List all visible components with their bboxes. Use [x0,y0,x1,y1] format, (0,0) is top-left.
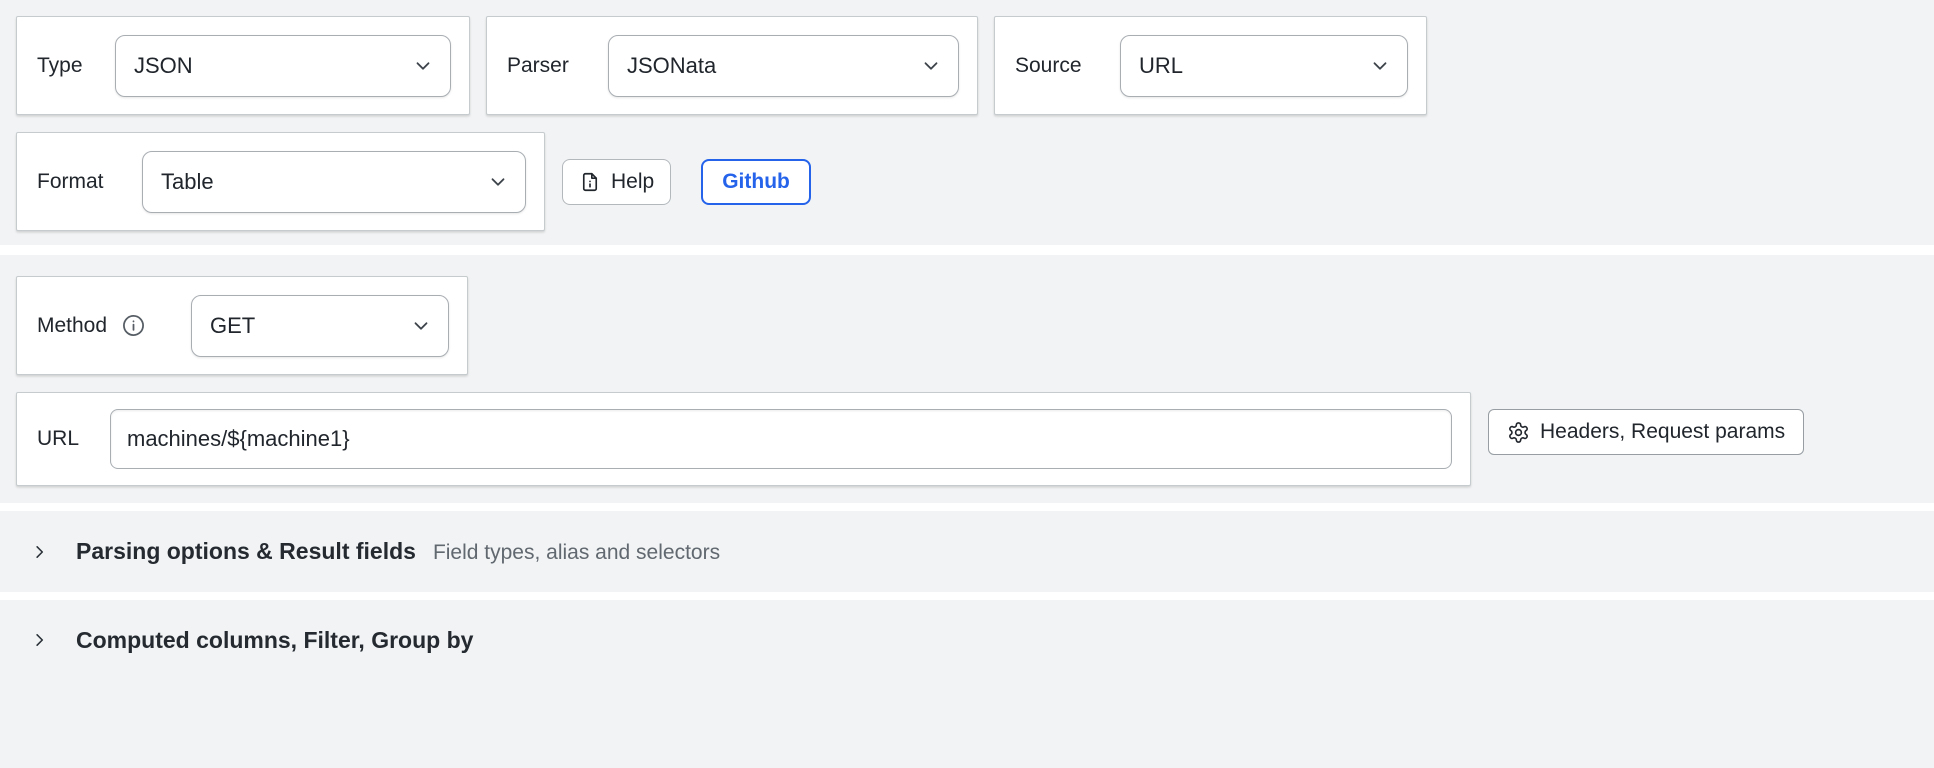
parser-select[interactable]: JSONata [608,35,959,97]
parsing-options-section-header[interactable]: Parsing options & Result fields Field ty… [0,538,1934,565]
format-fieldset: Format Table [16,132,545,231]
gear-icon [1507,421,1530,444]
github-button[interactable]: Github [701,159,811,205]
parser-label: Parser [507,54,569,78]
selectors-row: Type JSON Parser JSONata Source URL [16,16,1934,115]
type-select-value: JSON [134,53,193,79]
parser-fieldset: Parser JSONata [486,16,978,115]
type-select[interactable]: JSON [115,35,451,97]
computed-columns-panel: Computed columns, Filter, Group by [0,600,1934,768]
method-fieldset: Method GET [16,276,468,375]
panel-divider [0,592,1934,600]
method-select[interactable]: GET [191,295,449,357]
method-label: Method [37,314,107,338]
section-title: Parsing options & Result fields [76,538,416,565]
chevron-down-icon [412,55,434,77]
panel-divider [0,503,1934,511]
type-fieldset: Type JSON [16,16,470,115]
format-select-value: Table [161,169,214,195]
url-fieldset: URL [16,392,1471,486]
format-label: Format [37,170,104,194]
chevron-down-icon [920,55,942,77]
section-title: Computed columns, Filter, Group by [76,627,473,654]
format-select[interactable]: Table [142,151,526,213]
url-input[interactable] [110,409,1452,469]
top-settings-panel: Type JSON Parser JSONata Source URL Form… [0,0,1934,245]
type-label: Type [37,54,83,78]
computed-columns-section-header[interactable]: Computed columns, Filter, Group by [0,600,1934,680]
file-icon [579,171,601,193]
help-button-label: Help [611,170,654,194]
chevron-right-icon [30,540,49,564]
section-subtitle: Field types, alias and selectors [433,541,720,565]
chevron-right-icon [30,628,49,652]
help-button[interactable]: Help [562,159,671,205]
headers-button-label: Headers, Request params [1540,420,1785,444]
chevron-down-icon [487,171,509,193]
info-icon[interactable] [121,313,146,338]
url-label: URL [37,427,79,451]
source-label: Source [1015,54,1082,78]
chevron-down-icon [1369,55,1391,77]
source-select[interactable]: URL [1120,35,1408,97]
chevron-down-icon [410,315,432,337]
github-button-label: Github [722,170,790,194]
headers-request-params-button[interactable]: Headers, Request params [1488,409,1804,455]
parsing-options-panel: Parsing options & Result fields Field ty… [0,511,1934,592]
panel-divider [0,245,1934,255]
source-fieldset: Source URL [994,16,1427,115]
method-select-value: GET [210,313,255,339]
url-row: URL Headers, Request params [0,392,1934,486]
request-panel: Method GET URL Headers, Request params [0,255,1934,503]
parser-select-value: JSONata [627,53,716,79]
format-row: Format Table Help Github [16,132,1934,231]
source-select-value: URL [1139,53,1183,79]
